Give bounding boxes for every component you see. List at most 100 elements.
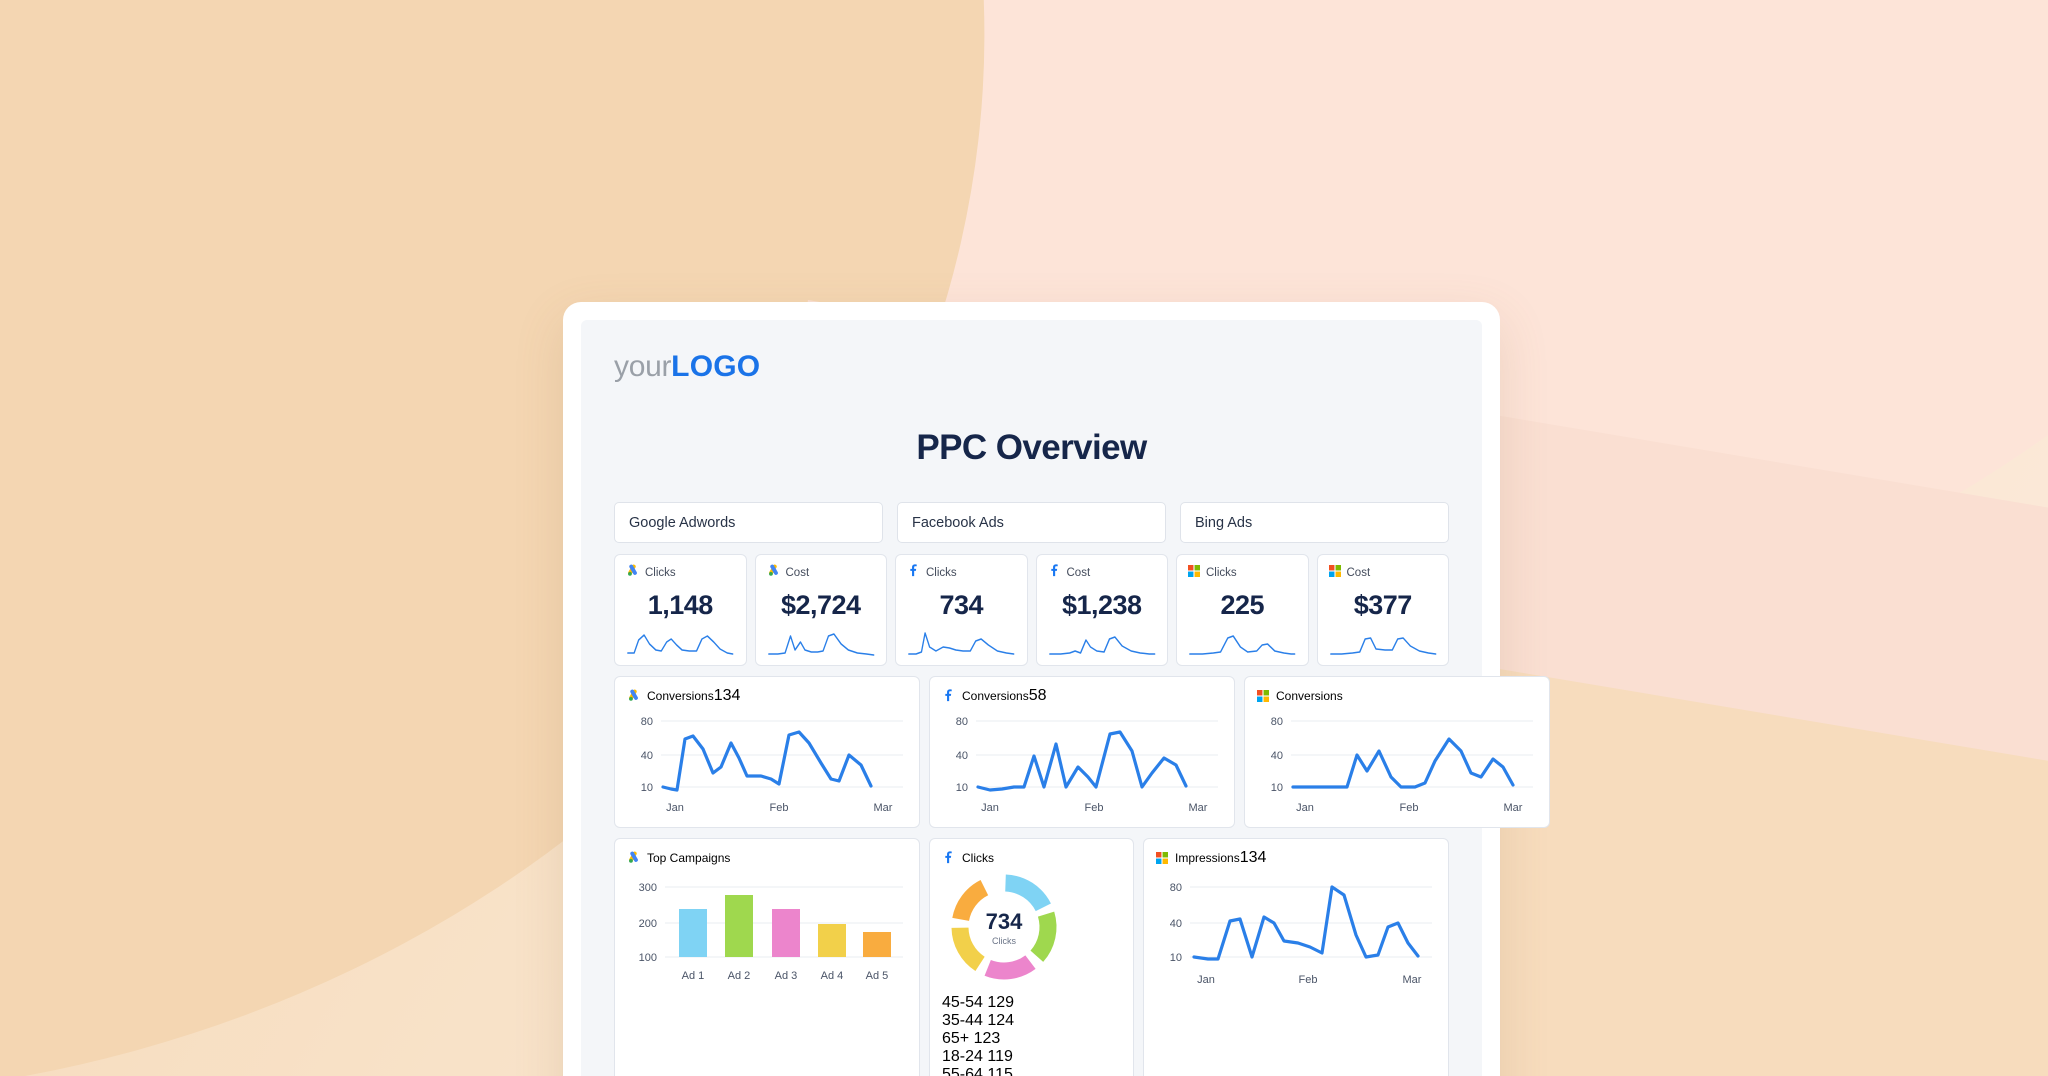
google-ads-icon — [626, 564, 639, 582]
kpi-label: Cost — [1066, 567, 1091, 579]
impressions-card[interactable]: Impressions 134 80 40 10 Jan Feb Mar — [1143, 838, 1449, 1076]
kpi-card-row: Clicks 1,148 Cost $2,724 Clicks 734 Cost… — [614, 554, 1449, 666]
microsoft-icon — [1188, 564, 1200, 582]
line-chart: 80 40 10 Jan Feb Mar — [1257, 703, 1537, 820]
svg-text:Feb: Feb — [770, 802, 789, 814]
chart-header: Impressions 134 — [1156, 849, 1436, 866]
legend-value: 115 — [987, 1066, 1013, 1076]
svg-text:80: 80 — [1271, 716, 1283, 728]
kpi-value: 734 — [939, 590, 984, 620]
svg-text:10: 10 — [1170, 952, 1182, 964]
selector-label: Google Adwords — [629, 514, 736, 531]
legend-value: 129 — [987, 994, 1015, 1011]
svg-text:Ad 1: Ad 1 — [682, 970, 705, 982]
kpi-value: $377 — [1353, 590, 1413, 620]
chart-title: Conversions — [1276, 688, 1343, 703]
clicks-donut-card[interactable]: Clicks 734 Clicks 45-54 129 35-44 124 65… — [929, 838, 1134, 1076]
kpi-value: $2,724 — [780, 590, 861, 620]
donut-svg: 734 Clicks — [951, 874, 1057, 980]
sparkline-chart — [907, 630, 1016, 656]
svg-text:10: 10 — [956, 782, 968, 794]
svg-text:Jan: Jan — [1197, 974, 1215, 986]
kpi-card[interactable]: Cost $1,238 — [1035, 554, 1168, 666]
chart-header: Conversions 58 — [942, 686, 1222, 704]
legend-value: 119 — [987, 1048, 1013, 1065]
kpi-value: 1,148 — [647, 590, 714, 620]
platform-selector-row: Google Adwords Facebook Ads Bing Ads — [614, 502, 1449, 543]
svg-text:40: 40 — [1271, 750, 1283, 762]
chart-title: Conversions — [962, 688, 1029, 703]
svg-text:Feb: Feb — [1299, 974, 1318, 986]
kpi-header: Cost — [1328, 564, 1438, 582]
sparkline-chart — [1188, 630, 1297, 656]
kpi-label: Cost — [1346, 567, 1371, 579]
svg-text:80: 80 — [956, 716, 968, 728]
legend-label: 18-24 — [942, 1048, 983, 1065]
kpi-label: Clicks — [645, 567, 676, 579]
legend-item: 65+ 123 — [942, 1030, 1121, 1048]
chart-total-value: 58 — [1028, 686, 1047, 704]
svg-text:Jan: Jan — [1296, 802, 1314, 814]
legend-label: 45-54 — [942, 994, 983, 1011]
svg-text:Ad 3: Ad 3 — [775, 970, 798, 982]
svg-text:80: 80 — [641, 716, 653, 728]
svg-text:10: 10 — [641, 782, 653, 794]
kpi-card[interactable]: Cost $377 — [1316, 554, 1449, 666]
sparkline-chart — [626, 630, 735, 656]
selector-label: Facebook Ads — [912, 514, 1004, 531]
conversions-chart-card-bing[interactable]: Conversions 80 40 10 Jan Feb Mar — [1244, 676, 1550, 828]
facebook-icon — [1048, 564, 1061, 582]
sparkline-chart — [1048, 630, 1157, 656]
svg-text:Mar: Mar — [1189, 802, 1208, 814]
line-chart: 80 40 10 Jan Feb Mar — [942, 703, 1222, 820]
kpi-label: Clicks — [926, 567, 957, 579]
legend-item: 55-64 115 — [942, 1066, 1121, 1076]
sparkline-chart — [1329, 630, 1438, 656]
conversions-chart-card-google[interactable]: Conversions 134 80 40 10 Jan Feb Mar — [614, 676, 920, 828]
svg-text:40: 40 — [641, 750, 653, 762]
kpi-card[interactable]: Cost $2,724 — [754, 554, 887, 666]
facebook-icon — [907, 564, 920, 582]
kpi-card[interactable]: Clicks 734 — [895, 554, 1028, 666]
legend-value: 123 — [973, 1030, 1001, 1047]
chart-title: Clicks — [962, 850, 994, 865]
line-chart: 80 40 10 Jan Feb Mar — [627, 703, 907, 820]
legend-label: 55-64 — [942, 1066, 983, 1076]
selector-google-adwords[interactable]: Google Adwords — [614, 502, 883, 543]
page-title: PPC Overview — [916, 428, 1147, 467]
legend-item: 18-24 119 — [942, 1048, 1121, 1066]
svg-text:Ad 2: Ad 2 — [728, 970, 751, 982]
kpi-header: Cost — [767, 564, 876, 580]
kpi-card[interactable]: Clicks 1,148 — [614, 554, 747, 666]
microsoft-icon — [1328, 564, 1341, 582]
chart-header: Conversions 134 — [627, 686, 907, 704]
legend-item: 45-54 129 — [942, 994, 1121, 1012]
logo-prefix: your — [614, 350, 672, 383]
svg-text:Mar: Mar — [1504, 802, 1523, 814]
donut-center-label: Clicks — [992, 936, 1016, 946]
kpi-header: Cost — [1048, 564, 1157, 582]
line-chart: 80 40 10 Jan Feb Mar — [1156, 865, 1436, 994]
svg-text:100: 100 — [639, 952, 657, 964]
legend-value: 124 — [987, 1012, 1015, 1029]
svg-text:Mar: Mar — [1403, 974, 1422, 986]
conversions-chart-card-facebook[interactable]: Conversions 58 80 40 10 Jan Feb Mar — [929, 676, 1235, 828]
kpi-label: Clicks — [1206, 567, 1237, 579]
donut-legend: 45-54 129 35-44 124 65+ 123 18-24 119 55… — [942, 994, 1121, 1076]
chart-title: Top Campaigns — [647, 850, 731, 865]
chart-total-value: 134 — [713, 686, 741, 704]
selector-bing-ads[interactable]: Bing Ads — [1180, 502, 1449, 543]
donut-center-value: 734 — [986, 909, 1023, 934]
top-campaigns-card[interactable]: Top Campaigns 300 200 100 Ad 1 Ad 2 Ad 3… — [614, 838, 920, 1076]
svg-text:10: 10 — [1271, 782, 1283, 794]
selector-label: Bing Ads — [1195, 514, 1253, 531]
kpi-card[interactable]: Clicks 225 — [1176, 554, 1309, 666]
kpi-header: Clicks — [907, 564, 1016, 582]
svg-text:Jan: Jan — [666, 802, 684, 814]
selector-facebook-ads[interactable]: Facebook Ads — [897, 502, 1166, 543]
sparkline-chart — [767, 630, 876, 656]
google-ads-icon — [627, 851, 640, 864]
legend-label: 35-44 — [942, 1012, 983, 1029]
bottom-chart-row: Top Campaigns 300 200 100 Ad 1 Ad 2 Ad 3… — [614, 838, 1449, 1076]
legend-item: 35-44 124 — [942, 1012, 1121, 1030]
